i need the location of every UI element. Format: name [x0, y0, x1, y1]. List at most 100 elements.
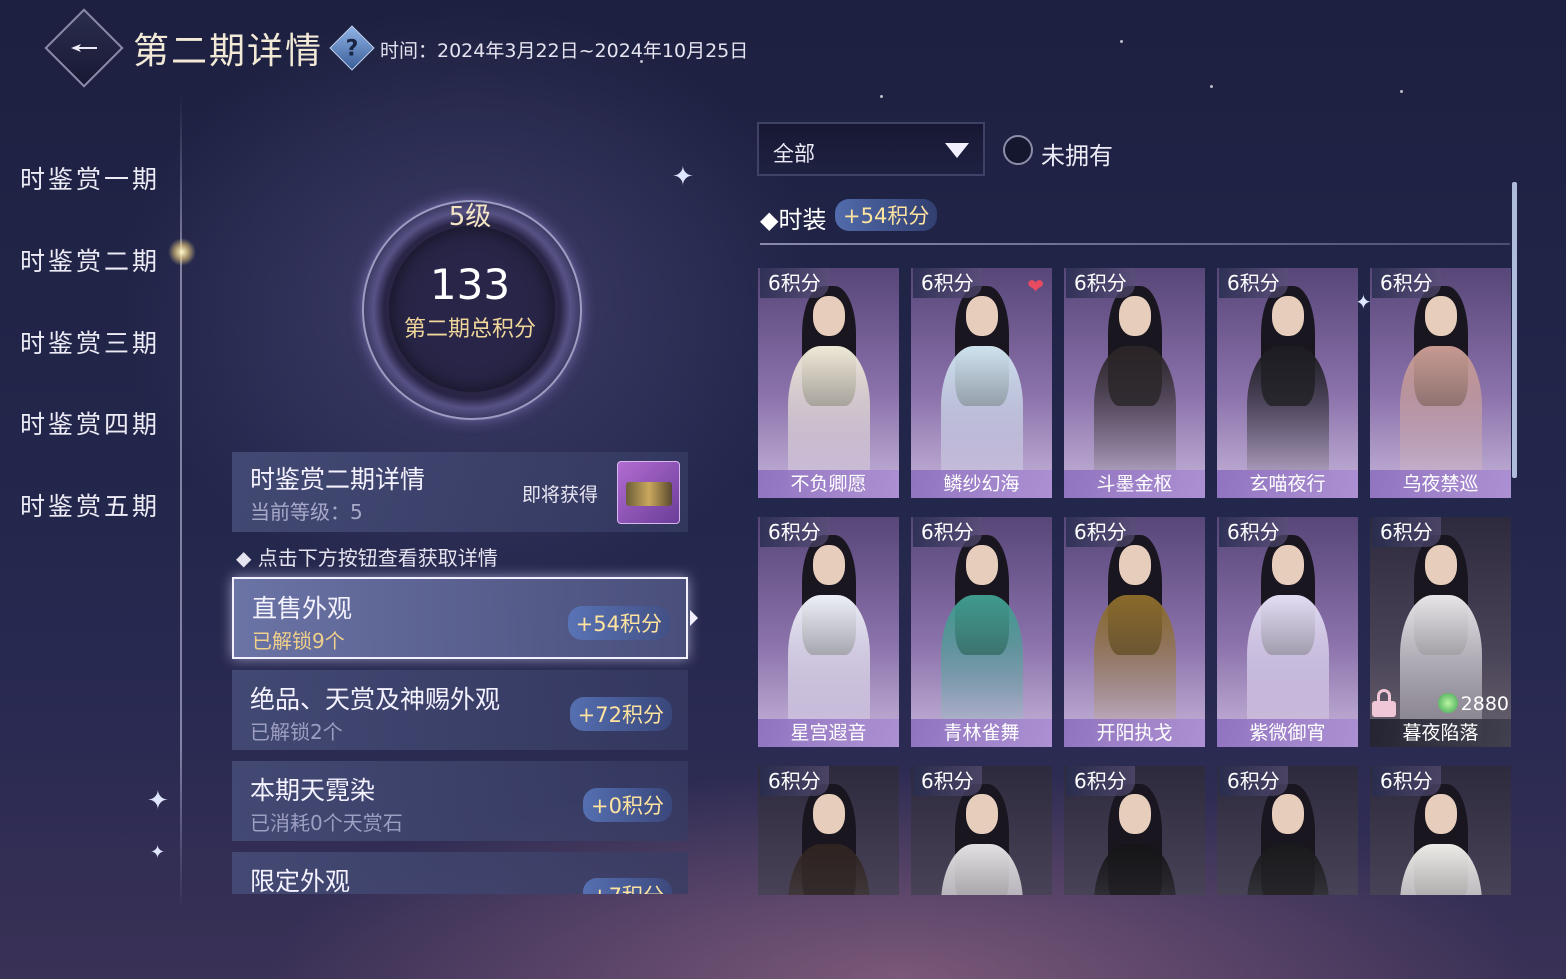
outfit-points: 6积分 [1219, 766, 1288, 796]
chevron-down-icon [945, 143, 969, 158]
outfit-figure [1094, 784, 1176, 895]
outfit-points: 6积分 [913, 268, 982, 298]
outfit-points: 6积分 [1372, 766, 1441, 796]
help-icon[interactable]: ? [329, 25, 375, 71]
outfit-figure [788, 784, 870, 895]
outfit-price: 2880 [1437, 693, 1509, 715]
unowned-radio[interactable] [1003, 135, 1033, 165]
category-direct-sale[interactable]: 直售外观 已解锁9个 +54积分 [232, 577, 688, 659]
outfit-price-value: 2880 [1460, 693, 1509, 715]
sidebar-divider [180, 95, 182, 910]
category-dye[interactable]: 本期天霓染 已消耗0个天赏石 +0积分 [232, 761, 688, 841]
page-title: 第二期详情 [133, 31, 324, 72]
total-score-label: 第二期总积分 [403, 317, 536, 342]
hint-label: 点击下方按钮查看获取详情 [257, 546, 498, 570]
star-decoration [1400, 90, 1403, 93]
outfit-name: 紫微御宵 [1217, 719, 1358, 747]
star-decoration [880, 95, 883, 98]
details-panel: 时鉴赏二期详情 当前等级：5 即将获得 [232, 452, 688, 532]
outfit-card[interactable]: 6积分 [758, 766, 899, 895]
outfit-figure [941, 286, 1023, 496]
category-name: 限定外观 [250, 867, 351, 894]
outfit-points: 6积分 [1372, 517, 1441, 547]
selected-pointer-icon [690, 610, 698, 626]
outfit-name: 鳞纱幻海 [911, 470, 1052, 498]
outfit-points: 6积分 [1219, 268, 1288, 298]
score-ring-inner [385, 222, 559, 396]
sidebar-item-period-1[interactable]: 时鉴赏一期 [20, 160, 160, 196]
category-name: 本期天霓染 [250, 776, 376, 805]
outfit-card[interactable]: 6积分 [911, 766, 1052, 895]
category-points: +72积分 [569, 697, 672, 731]
outfit-points: 6积分 [1066, 517, 1135, 547]
sparkle-decoration: ✦ [150, 842, 166, 863]
hint-text: ◆ 点击下方按钮查看获取详情 [236, 546, 498, 570]
star-decoration [1120, 40, 1123, 43]
outfit-card[interactable]: 6积分 不负卿愿 [758, 268, 899, 498]
category-sub: 已解锁2个 [250, 720, 343, 744]
outfit-points: 6积分 [1372, 268, 1441, 298]
outfit-points: 6积分 [913, 766, 982, 796]
outfit-points: 6积分 [913, 517, 982, 547]
outfit-card[interactable]: 6积分开阳执戈 [1064, 517, 1205, 747]
outfit-card[interactable]: 6积分紫微御宵 [1217, 517, 1358, 747]
section-title: ◆时装 [760, 206, 827, 234]
section-divider [760, 243, 1510, 245]
outfit-card[interactable]: 6积分青林雀舞 [911, 517, 1052, 747]
date-range: 时间：2024年3月22日~2024年10月25日 [380, 40, 749, 62]
outfit-card[interactable]: 6积分 2880 暮夜陷落 [1370, 517, 1511, 747]
outfit-figure [1247, 286, 1329, 496]
sidebar-item-period-4[interactable]: 时鉴赏四期 [20, 405, 160, 441]
category-premium[interactable]: 绝品、天赏及神赐外观 已解锁2个 +72积分 [232, 670, 688, 750]
unowned-label[interactable]: 未拥有 [1041, 136, 1113, 171]
outfit-figure [941, 784, 1023, 895]
outfit-figure [941, 535, 1023, 745]
outfit-figure [1094, 535, 1176, 745]
back-arrow-icon [71, 44, 97, 52]
outfit-name: 暮夜陷落 [1370, 719, 1511, 747]
outfit-points: 6积分 [1219, 517, 1288, 547]
outfit-name: 开阳执戈 [1064, 719, 1205, 747]
category-name: 绝品、天赏及神赐外观 [250, 685, 501, 714]
sparkle-decoration: ✦ [147, 786, 169, 816]
outfit-card[interactable]: 6积分 [1064, 766, 1205, 895]
outfit-figure [1400, 784, 1482, 895]
outfit-name: 乌夜禁巡 [1370, 470, 1511, 498]
category-points: +54积分 [567, 606, 670, 640]
heart-icon[interactable]: ❤ [1027, 274, 1044, 298]
total-score: 133 [429, 260, 511, 309]
details-title: 时鉴赏二期详情 [250, 465, 426, 494]
about-to-get-label: 即将获得 [522, 484, 599, 506]
outfit-card[interactable]: 6积分 ❤ 鳞纱幻海 [911, 268, 1052, 498]
sidebar-item-period-5[interactable]: 时鉴赏五期 [20, 487, 160, 523]
outfit-points: 6积分 [760, 517, 829, 547]
category-points: +7积分 [583, 878, 672, 894]
next-reward-thumbnail[interactable] [617, 461, 680, 524]
active-indicator-icon [168, 238, 196, 266]
outfit-name: 青林雀舞 [911, 719, 1052, 747]
outfit-name: 斗墨金枢 [1064, 470, 1205, 498]
outfit-card[interactable]: 6积分 斗墨金枢 [1064, 268, 1205, 498]
jade-coin-icon [1437, 693, 1458, 713]
category-sub: 已解锁9个 [252, 629, 345, 653]
current-level: 当前等级：5 [250, 500, 363, 524]
sidebar-item-period-2[interactable]: 时鉴赏二期 [20, 242, 160, 278]
outfit-card[interactable]: 6积分 [1370, 766, 1511, 895]
outfit-figure [788, 535, 870, 745]
outfit-card[interactable]: 6积分乌夜禁巡 [1370, 268, 1511, 498]
filter-dropdown[interactable]: 全部 [757, 122, 985, 176]
back-button[interactable] [44, 8, 124, 88]
category-limited[interactable]: 限定外观 +7积分 [232, 852, 688, 894]
sidebar-item-period-3[interactable]: 时鉴赏三期 [20, 324, 160, 360]
section-points: +54积分 [835, 199, 938, 231]
outfit-card[interactable]: 6积分 [1217, 766, 1358, 895]
outfit-card[interactable]: 6积分 星宫遐音 [758, 517, 899, 747]
outfit-figure [788, 286, 870, 496]
outfit-figure [1247, 784, 1329, 895]
outfit-figure [1094, 286, 1176, 496]
star-decoration [1210, 85, 1213, 88]
filter-value: 全部 [773, 142, 815, 166]
outfit-grid: 6积分 不负卿愿 6积分 ❤ 鳞纱幻海 6积分 斗墨金枢 6积分 玄喵夜行 6积分 乌夜禁巡 6积分星… [758, 268, 1513, 895]
category-points: +0积分 [583, 788, 672, 822]
outfit-card[interactable]: 6积分 玄喵夜行 [1217, 268, 1358, 498]
